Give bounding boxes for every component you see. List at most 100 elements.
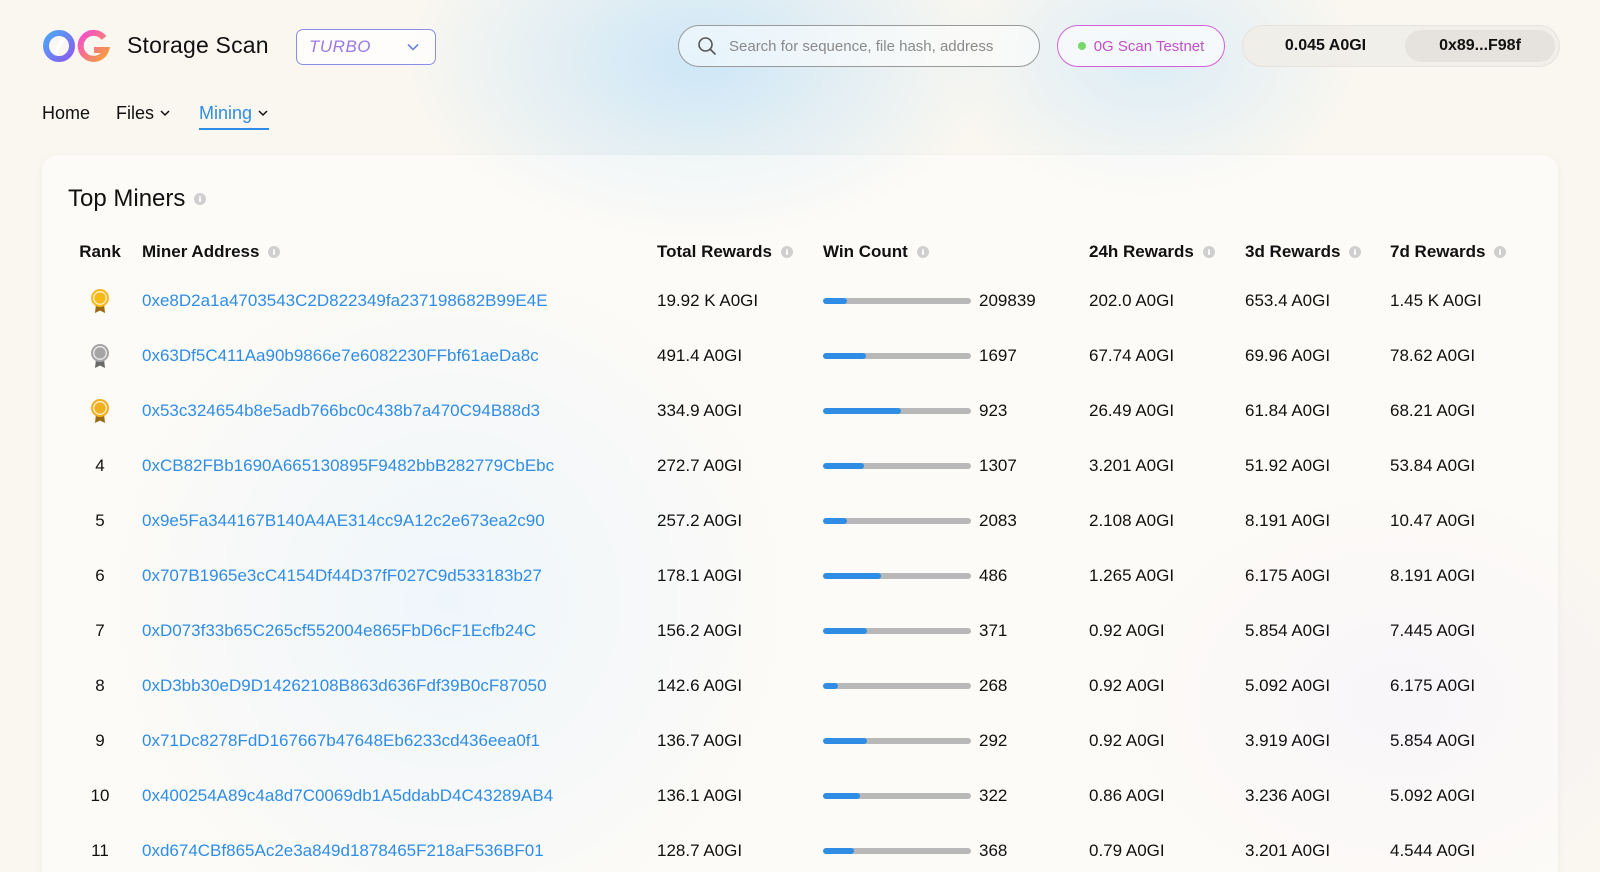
- rewards-3d-cell: 8.191 A0GI: [1245, 510, 1331, 530]
- top-miners-card: Top Miners Rank Miner Address Total Rewa…: [42, 155, 1558, 872]
- rewards-7d-cell: 7.445 A0GI: [1390, 620, 1476, 640]
- rewards-3d-cell: 69.96 A0GI: [1245, 345, 1331, 365]
- info-icon[interactable]: [780, 246, 793, 258]
- wallet-balance: 0.045 A0GI: [1284, 37, 1367, 54]
- win-count-value: 1307: [979, 455, 1017, 475]
- rewards-24h-cell: 0.79 A0GI: [1089, 840, 1165, 860]
- nav-item-files[interactable]: Files: [116, 100, 171, 126]
- col-header-win: Win Count: [823, 231, 1089, 273]
- info-icon[interactable]: [268, 246, 281, 258]
- wallet-pill: 0.045 A0GI 0x89...F98f: [1242, 25, 1560, 67]
- win-count-bar: [823, 737, 971, 744]
- win-count-bar: [823, 352, 971, 359]
- table-row: 7 0xD073f33b65C265cf552004e865FbD6cF1Ecfb…: [42, 603, 1550, 658]
- col-header-7d: 7d Rewards: [1390, 231, 1550, 273]
- win-count-bar: [823, 792, 971, 799]
- total-rewards-cell: 272.7 A0GI: [657, 455, 743, 475]
- win-count-bar-fill: [823, 627, 868, 634]
- info-icon[interactable]: [1494, 246, 1507, 258]
- network-select-value: TURBO: [309, 37, 371, 56]
- address-cell: 0x9e5Fa344167B140A4AE314cc9A12c2e673ea2c…: [142, 493, 657, 548]
- rewards-3d-cell: 61.84 A0GI: [1245, 400, 1331, 420]
- win-count-cell: 322: [823, 768, 1089, 823]
- miners-table: Rank Miner Address Total Rewards Win Cou…: [42, 231, 1550, 872]
- miner-address-link[interactable]: 0xD073f33b65C265cf552004e865FbD6cF1Ecfb2…: [142, 621, 536, 640]
- miner-address-link[interactable]: 0x400254A89c4a8d7C0069db1A5ddabD4C43289A…: [142, 786, 553, 805]
- wallet-address-button[interactable]: 0x89...F98f: [1405, 30, 1555, 62]
- miner-address-link[interactable]: 0x71Dc8278FdD167667b47648Eb6233cd436eea0…: [142, 731, 540, 750]
- rank-cell: 5: [95, 510, 105, 530]
- og-logo-icon[interactable]: [42, 28, 112, 64]
- col-header-24h: 24h Rewards: [1089, 231, 1245, 273]
- rewards-24h-cell: 0.86 A0GI: [1089, 785, 1165, 805]
- rank-cell: 11: [91, 840, 109, 860]
- table-header-row: Rank Miner Address Total Rewards Win Cou…: [42, 231, 1550, 273]
- win-count-cell: 209839: [823, 273, 1089, 328]
- search-input[interactable]: [729, 37, 1029, 55]
- miner-address-link[interactable]: 0x63Df5C411Aa90b9866e7e6082230FFbf61aeDa…: [142, 346, 539, 365]
- miner-address-link[interactable]: 0x9e5Fa344167B140A4AE314cc9A12c2e673ea2c…: [142, 511, 545, 530]
- miner-address-link[interactable]: 0xCB82FBb1690A665130895F9482bbB282779CbE…: [142, 456, 554, 475]
- win-count-value: 209839: [979, 290, 1036, 310]
- info-icon[interactable]: [916, 246, 929, 258]
- miner-address-link[interactable]: 0x707B1965e3cC4154Df44D37fF027C9d533183b…: [142, 566, 542, 585]
- miner-address-link[interactable]: 0xd674CBf865Ac2e3a849d1878465F218aF536BF…: [142, 841, 544, 860]
- rank-cell: 9: [95, 730, 105, 750]
- nav-item-mining[interactable]: Mining: [199, 100, 270, 130]
- win-count-cell: 1697: [823, 328, 1089, 383]
- rewards-7d-cell: 1.45 K A0GI: [1390, 290, 1482, 310]
- win-count-bar-fill: [823, 407, 902, 414]
- address-cell: 0x400254A89c4a8d7C0069db1A5ddabD4C43289A…: [142, 768, 657, 823]
- miner-address-link[interactable]: 0xD3bb30eD9D14262108B863d636Fdf39B0cF870…: [142, 676, 547, 695]
- rank-cell: [42, 273, 142, 328]
- rewards-7d-cell: 53.84 A0GI: [1390, 455, 1476, 475]
- info-icon[interactable]: [194, 193, 207, 205]
- win-count-bar: [823, 407, 971, 414]
- win-count-value: 486: [979, 565, 1008, 585]
- win-count-cell: 923: [823, 383, 1089, 438]
- info-icon[interactable]: [1202, 246, 1215, 258]
- app-title[interactable]: Storage Scan: [127, 32, 269, 59]
- table-row: 0x63Df5C411Aa90b9866e7e6082230FFbf61aeDa…: [42, 328, 1550, 383]
- nav-item-home[interactable]: Home: [42, 100, 90, 126]
- win-count-value: 268: [979, 675, 1008, 695]
- win-count-cell: 268: [823, 658, 1089, 713]
- win-count-bar-fill: [823, 462, 865, 469]
- rank-cell: 7: [95, 620, 105, 640]
- rewards-24h-cell: 0.92 A0GI: [1089, 730, 1165, 750]
- search-icon: [698, 37, 716, 55]
- rewards-24h-cell: 26.49 A0GI: [1089, 400, 1175, 420]
- network-select[interactable]: TURBO: [296, 29, 436, 65]
- table-row: 9 0x71Dc8278FdD167667b47648Eb6233cd436eea…: [42, 713, 1550, 768]
- rank-cell: [42, 383, 142, 438]
- total-rewards-cell: 156.2 A0GI: [657, 620, 743, 640]
- total-rewards-cell: 491.4 A0GI: [657, 345, 743, 365]
- rewards-3d-cell: 3.236 A0GI: [1245, 785, 1331, 805]
- info-icon[interactable]: [1349, 246, 1362, 258]
- rewards-24h-cell: 67.74 A0GI: [1089, 345, 1175, 365]
- testnet-button[interactable]: 0G Scan Testnet: [1057, 25, 1225, 67]
- address-cell: 0x707B1965e3cC4154Df44D37fF027C9d533183b…: [142, 548, 657, 603]
- rewards-24h-cell: 202.0 A0GI: [1089, 290, 1175, 310]
- address-cell: 0x53c324654b8e5adb766bc0c438b7a470C94B88…: [142, 383, 657, 438]
- search-bar[interactable]: [678, 25, 1040, 67]
- testnet-label: 0G Scan Testnet: [1093, 37, 1205, 55]
- win-count-bar-fill: [823, 847, 855, 854]
- miner-address-link[interactable]: 0x53c324654b8e5adb766bc0c438b7a470C94B88…: [142, 401, 540, 420]
- rewards-24h-cell: 0.92 A0GI: [1089, 675, 1165, 695]
- rewards-24h-cell: 0.92 A0GI: [1089, 620, 1165, 640]
- medal-icon: [91, 398, 109, 423]
- rewards-3d-cell: 3.919 A0GI: [1245, 730, 1331, 750]
- rank-cell: 10: [90, 785, 110, 805]
- miner-address-link[interactable]: 0xe8D2a1a4703543C2D822349fa237198682B99E…: [142, 291, 548, 310]
- rewards-7d-cell: 10.47 A0GI: [1390, 510, 1476, 530]
- chevron-down-icon: [407, 43, 419, 51]
- win-count-bar-fill: [823, 297, 847, 304]
- win-count-value: 292: [979, 730, 1008, 750]
- col-header-address: Miner Address: [142, 231, 657, 273]
- win-count-value: 368: [979, 840, 1008, 860]
- total-rewards-cell: 136.1 A0GI: [657, 785, 743, 805]
- table-row: 10 0x400254A89c4a8d7C0069db1A5ddabD4C4328…: [42, 768, 1550, 823]
- table-row: 11 0xd674CBf865Ac2e3a849d1878465F218aF536…: [42, 823, 1550, 872]
- table-row: 5 0x9e5Fa344167B140A4AE314cc9A12c2e673ea2…: [42, 493, 1550, 548]
